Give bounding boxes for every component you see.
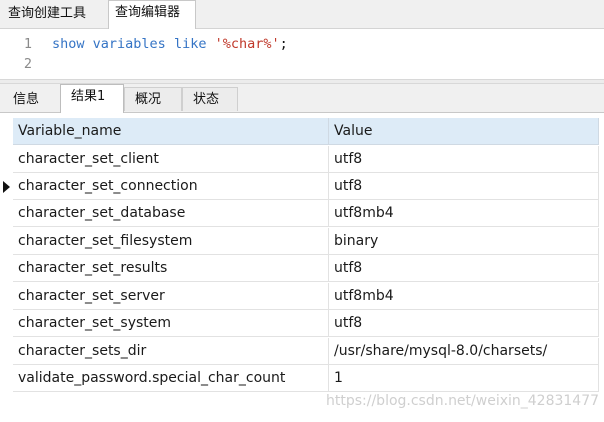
table-row[interactable]: character_set_client utf8	[0, 146, 604, 173]
cell-variable-name[interactable]: character_sets_dir	[13, 338, 329, 365]
cell-variable-name[interactable]: character_set_system	[13, 310, 329, 337]
sql-code: show variables like '%char%';	[52, 34, 288, 54]
cell-value[interactable]: 1	[329, 365, 599, 392]
sql-editor[interactable]: 1 show variables like '%char%'; 2	[0, 29, 604, 79]
cell-variable-name[interactable]: character_set_client	[13, 146, 329, 173]
cell-value[interactable]: utf8	[329, 173, 599, 200]
cell-value[interactable]: utf8	[329, 255, 599, 282]
tab-query-builder[interactable]: 查询创建工具	[2, 2, 106, 27]
tab-overview[interactable]: 概况	[124, 87, 182, 111]
cell-variable-name[interactable]: character_set_filesystem	[13, 228, 329, 255]
tab-status[interactable]: 状态	[182, 87, 238, 111]
column-header-value[interactable]: Value	[329, 118, 599, 145]
semicolon: ;	[279, 36, 288, 52]
table-row[interactable]: character_set_connection utf8	[0, 173, 604, 200]
current-row-indicator-icon	[3, 181, 10, 193]
line-number: 2	[23, 56, 32, 72]
column-header-variable-name[interactable]: Variable_name	[13, 118, 329, 145]
table-header-row: Variable_name Value	[0, 118, 604, 145]
cell-variable-name[interactable]: character_set_database	[13, 200, 329, 227]
cell-variable-name[interactable]: character_set_connection	[13, 173, 329, 200]
table-row[interactable]: character_set_server utf8mb4	[0, 283, 604, 310]
table-row[interactable]: character_set_database utf8mb4	[0, 200, 604, 227]
table-row[interactable]: character_set_results utf8	[0, 255, 604, 282]
cell-value[interactable]: utf8	[329, 146, 599, 173]
watermark-text: https://blog.csdn.net/weixin_42831477	[326, 393, 600, 409]
editor-line-2: 2	[0, 54, 604, 74]
tab-result1[interactable]: 结果1	[60, 84, 124, 113]
cell-value[interactable]: utf8	[329, 310, 599, 337]
top-tab-bar: 查询创建工具 查询编辑器	[0, 0, 604, 29]
cell-value[interactable]: binary	[329, 228, 599, 255]
table-row[interactable]: validate_password.special_char_count 1	[0, 365, 604, 392]
keyword-like: like	[173, 36, 207, 52]
keyword-show: show	[52, 36, 85, 52]
table-row[interactable]: character_sets_dir /usr/share/mysql-8.0/…	[0, 338, 604, 365]
tab-query-editor[interactable]: 查询编辑器	[108, 0, 196, 29]
editor-line-1: 1 show variables like '%char%';	[0, 34, 604, 54]
cell-value[interactable]: /usr/share/mysql-8.0/charsets/	[329, 338, 599, 365]
table-row[interactable]: character_set_system utf8	[0, 310, 604, 337]
cell-value[interactable]: utf8mb4	[329, 200, 599, 227]
string-literal: '%char%'	[214, 36, 280, 52]
cell-value[interactable]: utf8mb4	[329, 283, 599, 310]
tab-info[interactable]: 信息	[2, 87, 58, 111]
cell-variable-name[interactable]: character_set_results	[13, 255, 329, 282]
keyword-variables: variables	[92, 36, 166, 52]
cell-variable-name[interactable]: validate_password.special_char_count	[13, 365, 329, 392]
result-tab-bar: 信息 结果1 概况 状态	[0, 84, 604, 113]
line-number: 1	[23, 36, 32, 52]
table-row[interactable]: character_set_filesystem binary	[0, 228, 604, 255]
cell-variable-name[interactable]: character_set_server	[13, 283, 329, 310]
